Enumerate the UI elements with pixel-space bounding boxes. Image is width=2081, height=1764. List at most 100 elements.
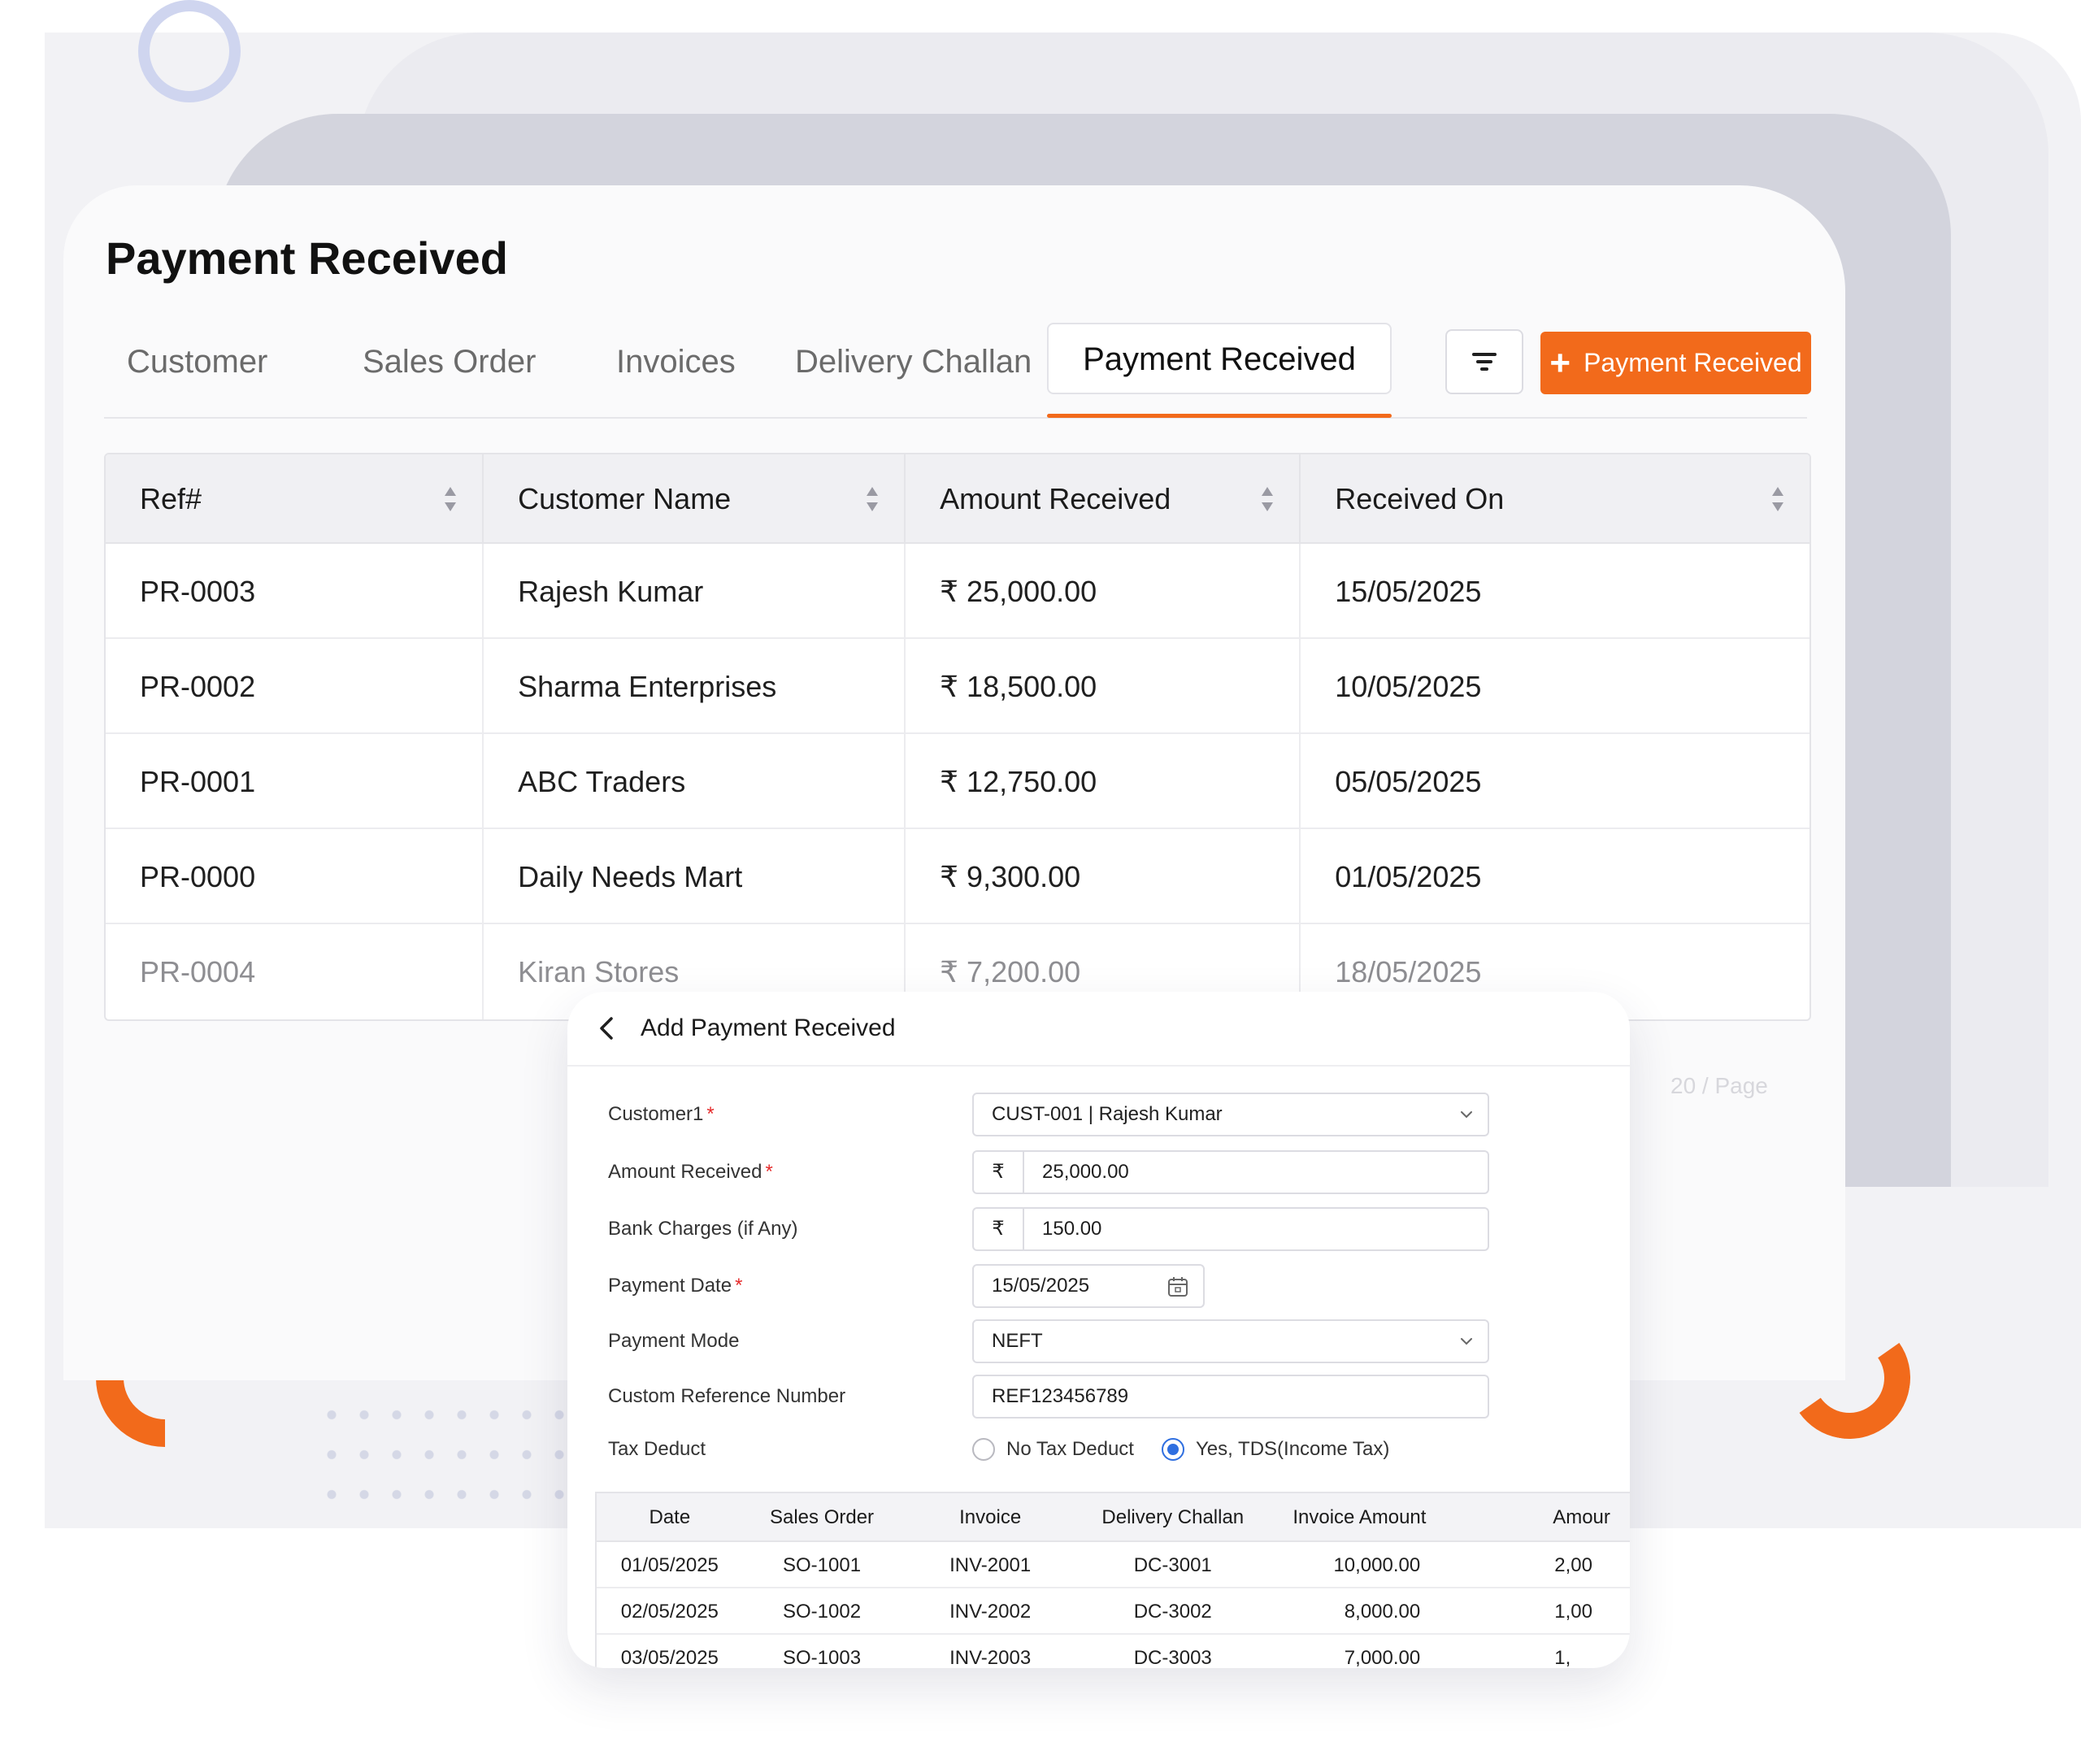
cell-date: 10/05/2025 bbox=[1335, 670, 1482, 703]
bank-charges-input[interactable]: ₹ 150.00 bbox=[972, 1207, 1489, 1251]
cell-amount: ₹ 9,300.00 bbox=[906, 829, 1301, 924]
tab-sales-order[interactable]: Sales Order bbox=[363, 321, 536, 402]
cell-delivery-challan: DC-3002 bbox=[1133, 1601, 1212, 1623]
column-header-invoice-amount: Invoice Amount bbox=[1292, 1506, 1427, 1528]
required-mark: * bbox=[735, 1275, 743, 1297]
cell-delivery-challan: DC-3001 bbox=[1133, 1554, 1212, 1576]
cell-invoice: INV-2002 bbox=[949, 1601, 1032, 1623]
column-header-amount-received[interactable]: Amount Received bbox=[906, 454, 1301, 544]
tax-deduct-label: Tax Deduct bbox=[608, 1438, 706, 1460]
tab-customer[interactable]: Customer bbox=[127, 321, 267, 402]
page-size-selector[interactable]: 20 / Page bbox=[1670, 1073, 1768, 1099]
rupee-prefix: ₹ bbox=[974, 1209, 1024, 1249]
required-mark: * bbox=[765, 1161, 773, 1183]
cell-amount: ₹ 25,000.00 bbox=[906, 544, 1301, 639]
field-label: Payment Date * bbox=[608, 1264, 742, 1308]
column-header-amount: Amour bbox=[1553, 1506, 1610, 1528]
rupee-prefix: ₹ bbox=[974, 1152, 1024, 1193]
form-row-reference: Custom Reference Number REF123456789 bbox=[608, 1375, 1567, 1419]
table-row[interactable]: PR-0001 ABC Traders ₹ 12,750.00 05/05/20… bbox=[106, 734, 1809, 829]
cell-sales-order: SO-1003 bbox=[782, 1647, 862, 1668]
plus-icon: + bbox=[1549, 342, 1571, 383]
bank-charges-value: 150.00 bbox=[1042, 1218, 1102, 1240]
payment-mode-value: NEFT bbox=[992, 1330, 1043, 1352]
decorative-ring bbox=[138, 0, 241, 102]
chevron-down-icon bbox=[1461, 1111, 1472, 1119]
column-header-label: Amount Received bbox=[940, 482, 1171, 515]
cell-amount: ₹ 12,750.00 bbox=[906, 734, 1301, 829]
sort-icon[interactable] bbox=[443, 485, 458, 513]
payment-mode-select[interactable]: NEFT bbox=[972, 1319, 1489, 1363]
column-header-date: Date bbox=[649, 1506, 691, 1528]
cell-ref: PR-0004 bbox=[106, 924, 484, 1019]
invoice-row[interactable]: 02/05/2025 SO-1002 INV-2002 DC-3002 8,00… bbox=[597, 1588, 1630, 1635]
cell-amount: ₹ 18,500.00 bbox=[906, 639, 1301, 734]
payment-date-label: Payment Date bbox=[608, 1275, 732, 1297]
cell-amount: 1,00 bbox=[1554, 1601, 1592, 1623]
form-row-bank-charges: Bank Charges (if Any) ₹ 150.00 bbox=[608, 1207, 1567, 1251]
cell-ref: PR-0001 bbox=[106, 734, 484, 829]
radio-yes-tds[interactable] bbox=[1161, 1438, 1184, 1461]
reference-number-input[interactable]: REF123456789 bbox=[972, 1375, 1489, 1419]
amount-received-input[interactable]: ₹ 25,000.00 bbox=[972, 1150, 1489, 1194]
modal-header: Add Payment Received bbox=[567, 992, 1630, 1067]
radio-label-no-tax: No Tax Deduct bbox=[1006, 1438, 1134, 1460]
cell-date: 05/05/2025 bbox=[1335, 765, 1482, 798]
column-header-label: Received On bbox=[1335, 482, 1505, 515]
column-header-ref[interactable]: Ref# bbox=[106, 454, 484, 544]
cell-date: 02/05/2025 bbox=[620, 1601, 719, 1623]
invoice-allocation-table: Date Sales Order Invoice Delivery Challa… bbox=[595, 1492, 1630, 1668]
sort-icon[interactable] bbox=[1770, 485, 1785, 513]
column-header-label: Customer Name bbox=[518, 482, 732, 515]
sort-icon[interactable] bbox=[1260, 485, 1275, 513]
tab-invoices[interactable]: Invoices bbox=[616, 321, 736, 402]
payments-table: Ref# Customer Name Amount Received Recei… bbox=[104, 453, 1811, 1021]
back-arrow-icon[interactable] bbox=[592, 1014, 621, 1043]
tab-delivery-challan[interactable]: Delivery Challan bbox=[795, 321, 1032, 402]
form-row-amount: Amount Received * ₹ 25,000.00 bbox=[608, 1150, 1567, 1194]
customer-select[interactable]: CUST-001 | Rajesh Kumar bbox=[972, 1093, 1489, 1136]
cell-delivery-challan: DC-3003 bbox=[1133, 1647, 1212, 1668]
chevron-down-icon bbox=[1461, 1338, 1472, 1345]
cell-customer: ABC Traders bbox=[484, 734, 906, 829]
cell-invoice-amount: 8,000.00 bbox=[1344, 1601, 1421, 1623]
cell-date: 01/05/2025 bbox=[620, 1554, 719, 1576]
cell-invoice-amount: 10,000.00 bbox=[1333, 1554, 1421, 1576]
amount-label: Amount Received bbox=[608, 1161, 762, 1183]
table-row[interactable]: PR-0003 Rajesh Kumar ₹ 25,000.00 15/05/2… bbox=[106, 544, 1809, 639]
form-row-tax-deduct: Tax Deduct No Tax Deduct Yes, TDS(Income… bbox=[608, 1427, 1567, 1471]
customer-select-value: CUST-001 | Rajesh Kumar bbox=[992, 1103, 1223, 1125]
form-row-payment-mode: Payment Mode NEFT bbox=[608, 1319, 1567, 1363]
required-mark: * bbox=[706, 1103, 715, 1125]
calendar-icon[interactable] bbox=[1167, 1276, 1188, 1297]
bank-charges-label: Bank Charges (if Any) bbox=[608, 1218, 798, 1240]
radio-no-tax-deduct[interactable] bbox=[972, 1438, 995, 1461]
cell-customer: Sharma Enterprises bbox=[484, 639, 906, 734]
tab-payment-received[interactable]: Payment Received bbox=[1047, 323, 1392, 394]
invoice-row[interactable]: 03/05/2025 SO-1003 INV-2003 DC-3003 7,00… bbox=[597, 1635, 1630, 1668]
add-payment-received-button[interactable]: + Payment Received bbox=[1540, 332, 1811, 394]
payment-date-picker[interactable]: 15/05/2025 bbox=[972, 1264, 1205, 1308]
sort-icon[interactable] bbox=[865, 485, 880, 513]
table-header: Ref# Customer Name Amount Received Recei… bbox=[106, 454, 1809, 544]
cell-date: 15/05/2025 bbox=[1335, 575, 1482, 608]
cell-ref: PR-0002 bbox=[106, 639, 484, 734]
invoice-row[interactable]: 01/05/2025 SO-1001 INV-2001 DC-3001 10,0… bbox=[597, 1542, 1630, 1588]
column-header-received-on[interactable]: Received On bbox=[1301, 454, 1809, 544]
table-row[interactable]: PR-0000 Daily Needs Mart ₹ 9,300.00 01/0… bbox=[106, 829, 1809, 924]
cell-customer: Daily Needs Mart bbox=[484, 829, 906, 924]
active-tab-indicator bbox=[1047, 414, 1392, 418]
table-row[interactable]: PR-0002 Sharma Enterprises ₹ 18,500.00 1… bbox=[106, 639, 1809, 734]
tax-deduct-radio-group: No Tax Deduct Yes, TDS(Income Tax) bbox=[972, 1427, 1417, 1471]
column-header-customer-name[interactable]: Customer Name bbox=[484, 454, 906, 544]
field-label: Amount Received * bbox=[608, 1150, 773, 1194]
filter-icon bbox=[1472, 353, 1497, 371]
cell-date: 01/05/2025 bbox=[1335, 860, 1482, 893]
modal-title: Add Payment Received bbox=[641, 1015, 896, 1041]
add-payment-modal: Add Payment Received Customer1 * CUST-001… bbox=[567, 992, 1630, 1668]
column-header-invoice: Invoice bbox=[959, 1506, 1022, 1528]
page-title: Payment Received bbox=[106, 232, 508, 284]
form-row-customer: Customer1 * CUST-001 | Rajesh Kumar bbox=[608, 1093, 1567, 1136]
form-row-payment-date: Payment Date * 15/05/2025 bbox=[608, 1264, 1567, 1308]
filter-button[interactable] bbox=[1445, 329, 1523, 394]
